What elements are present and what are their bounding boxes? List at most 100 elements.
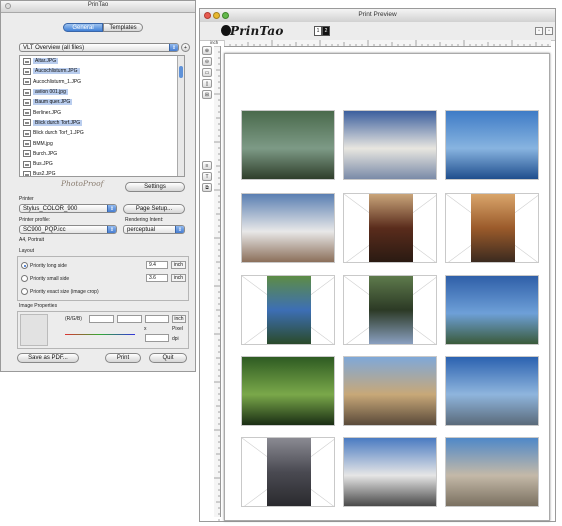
quit-button[interactable]: Quit — [149, 353, 187, 363]
long-side-field[interactable]: 9.4 — [146, 261, 168, 269]
printao-logo: PrinTao — [230, 24, 284, 38]
tab-general[interactable]: General — [63, 23, 103, 32]
image-file-icon — [23, 109, 31, 117]
rendering-intent-label: Rendering Intent: — [125, 217, 164, 223]
print-button[interactable]: Print — [105, 353, 141, 363]
file-name: Burch.JPG — [33, 150, 58, 157]
page-2-indicator[interactable]: 2 — [322, 26, 330, 36]
scroll-thumb[interactable] — [179, 66, 183, 78]
file-list-item[interactable]: Aucochlisturm.JPG — [20, 66, 184, 76]
vertical-ruler — [214, 46, 221, 521]
sidebar-tool-button[interactable]: ⊖ — [202, 57, 212, 66]
folder-select[interactable]: VLT Overview (all files) ⇕ — [19, 43, 179, 52]
save-as-pdf-button[interactable]: Save as PDF... — [17, 353, 79, 363]
thumbnail-aerial-port[interactable] — [445, 437, 539, 507]
priority-small-side-label: Priority small side — [30, 276, 70, 282]
printao-window: PrinTao General Templates VLT Overview (… — [0, 0, 196, 372]
file-name: Blick durch Torf.JPG — [33, 119, 83, 126]
file-list-item[interactable]: aviion 001.jpg — [20, 87, 184, 97]
file-list-item[interactable]: Altar.JPG — [20, 56, 184, 66]
portrait-image — [471, 194, 515, 262]
priority-exact-size-label: Priority exact size (image crop) — [30, 289, 99, 295]
window-title: PrinTao — [87, 2, 109, 8]
page-1-indicator[interactable]: 1 — [314, 26, 322, 36]
layout-label: Layout — [19, 248, 35, 254]
title-bar: Print Preview — [200, 9, 555, 23]
image-file-icon — [23, 170, 31, 176]
thumbnail-archway[interactable] — [445, 193, 539, 263]
long-side-unit[interactable]: inch — [171, 261, 186, 269]
pixel-label: Pixel — [172, 326, 183, 332]
resize-icon[interactable]: ▫ — [535, 27, 543, 35]
thumbnail-building[interactable] — [343, 356, 437, 426]
print-preview-window: Print Preview PrinTao 1 2 ▫ ▫ inch ⊕ ⊖ ▭ ▯ ⊞… — [199, 8, 556, 522]
file-name: Blick durch Torf_1.JPG — [33, 130, 84, 137]
file-list-item[interactable]: Berliner.JPG — [20, 107, 184, 117]
file-list-item[interactable]: Bus.JPG — [20, 159, 184, 169]
image-thumbnail — [20, 314, 48, 346]
priority-small-side-radio[interactable] — [21, 275, 28, 282]
file-list-item[interactable]: Burch.JPG — [20, 149, 184, 159]
thumbnail-airplane-hangar[interactable] — [241, 193, 335, 263]
thumbnail-coastline[interactable] — [445, 275, 539, 345]
file-list-scrollbar[interactable] — [177, 56, 184, 176]
sidebar-tool-button[interactable]: ≡ — [202, 161, 212, 170]
thumbnail-seaplane[interactable] — [445, 110, 539, 180]
chevron-down-icon: ⇕ — [169, 44, 178, 51]
printer-profile-label: Printer profile: — [19, 217, 51, 223]
file-list-item[interactable]: BMM.jpg — [20, 138, 184, 148]
printer-select[interactable]: Stylus_COLOR_900 ⇕ — [19, 204, 117, 213]
sidebar-tool-button[interactable]: T — [202, 172, 212, 181]
page-setup-button[interactable]: Page Setup... — [123, 204, 185, 214]
settings-button[interactable]: Settings — [125, 182, 185, 192]
chevron-down-icon: ⇕ — [107, 205, 116, 212]
thumbnail-tree[interactable] — [343, 275, 437, 345]
portrait-image — [369, 194, 413, 262]
x-label: x — [144, 326, 147, 332]
file-list-item[interactable]: Bus2.JPG — [20, 169, 184, 176]
photoproof-logo: PhotoProof — [61, 179, 104, 188]
folder-select-value: VLT Overview (all files) — [23, 45, 85, 51]
dpi-field — [145, 334, 169, 342]
image-file-icon — [23, 140, 31, 148]
small-side-unit[interactable]: inch — [171, 274, 186, 282]
image-file-icon — [23, 88, 31, 96]
printer-profile-select[interactable]: SC900_PQP.icc ⇕ — [19, 225, 117, 234]
file-list-item[interactable]: Aucochlisturm_1.JPG — [20, 77, 184, 87]
image-properties-label: Image Properties — [19, 303, 58, 309]
preview-page — [224, 53, 550, 521]
rgb-field-g — [117, 315, 142, 323]
portrait-image — [369, 276, 413, 344]
priority-long-side-radio[interactable] — [21, 262, 28, 269]
portrait-image — [267, 276, 311, 344]
thumbnail-leaves-and-flower[interactable] — [241, 356, 335, 426]
printer-select-value: Stylus_COLOR_900 — [23, 206, 78, 212]
file-name: Aucochlisturm.JPG — [33, 68, 80, 75]
thumbnail-ship[interactable] — [343, 437, 437, 507]
small-side-field[interactable]: 3.6 — [146, 274, 168, 282]
thumbnail-mountain-coast[interactable] — [241, 275, 335, 345]
image-file-icon — [23, 129, 31, 137]
image-unit[interactable]: inch — [172, 315, 186, 323]
add-folder-button[interactable]: + — [181, 43, 190, 52]
thumbnail-street[interactable] — [241, 437, 335, 507]
sidebar-tool-button[interactable]: ▯ — [202, 79, 212, 88]
sidebar-tool-button[interactable]: ▭ — [202, 68, 212, 77]
file-list-item[interactable]: Blick durch Torf_1.JPG — [20, 128, 184, 138]
rendering-intent-select[interactable]: perceptual ⇕ — [123, 225, 185, 234]
sidebar-tool-button[interactable]: ⊕ — [202, 46, 212, 55]
thumbnail-airplane[interactable] — [343, 110, 437, 180]
file-list-item[interactable]: Baum quer.JPG — [20, 97, 184, 107]
file-list-item[interactable]: Blick durch Torf.JPG — [20, 118, 184, 128]
thumbnail-agave-plant[interactable] — [241, 110, 335, 180]
thumbnail-harbour[interactable] — [445, 356, 539, 426]
collapse-icon[interactable]: ▫ — [545, 27, 553, 35]
priority-exact-size-radio[interactable] — [21, 288, 28, 295]
thumbnail-interior-doorway[interactable] — [343, 193, 437, 263]
sidebar-tool-button[interactable]: ⧉ — [202, 183, 212, 192]
file-name: Bus.JPG — [33, 161, 53, 168]
tab-templates[interactable]: Templates — [103, 23, 143, 32]
file-list[interactable]: Altar.JPG Aucochlisturm.JPG Aucochlisturm_… — [19, 55, 185, 177]
image-file-icon — [23, 160, 31, 168]
sidebar-tool-button[interactable]: ⊞ — [202, 90, 212, 99]
